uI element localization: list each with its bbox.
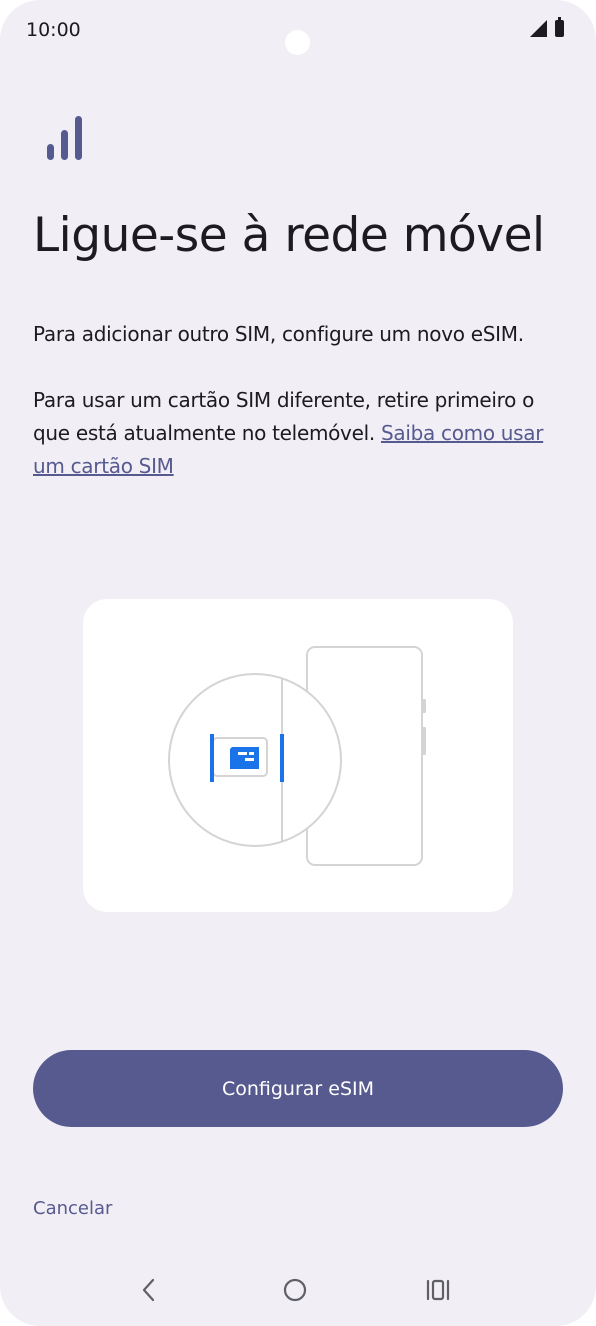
recent-apps-icon[interactable] <box>418 1270 458 1310</box>
sim-chip-line <box>249 752 254 755</box>
tray-marker-right <box>280 734 284 782</box>
page-title: Ligue-se à rede móvel <box>33 208 545 263</box>
tray-marker-left <box>210 734 214 782</box>
esim-description: Para adicionar outro SIM, configure um n… <box>33 322 524 346</box>
configure-esim-button[interactable]: Configurar eSIM <box>33 1050 563 1127</box>
back-icon[interactable] <box>129 1270 169 1310</box>
signal-bar <box>61 130 68 160</box>
signal-bar <box>75 116 82 160</box>
signal-icon <box>530 20 547 37</box>
home-icon[interactable] <box>275 1270 315 1310</box>
cellular-signal-icon <box>47 116 82 160</box>
signal-bar <box>47 144 54 160</box>
screen: 10:00 Ligue-se à rede móvel Para adicion… <box>0 0 596 1326</box>
sim-card-icon <box>230 747 259 769</box>
phone-side-button <box>422 699 426 713</box>
status-icons <box>530 17 564 37</box>
battery-icon <box>555 17 564 37</box>
cancel-button[interactable]: Cancelar <box>33 1198 112 1219</box>
sim-card-description: Para usar um cartão SIM diferente, retir… <box>33 384 563 483</box>
status-time: 10:00 <box>26 19 81 41</box>
front-camera <box>285 30 310 55</box>
sim-chip-line <box>245 758 254 761</box>
sim-tray-drawing <box>168 646 426 866</box>
phone-side-button <box>422 727 426 755</box>
sim-chip-line <box>238 752 247 755</box>
sim-card-tray-illustration <box>83 599 513 912</box>
